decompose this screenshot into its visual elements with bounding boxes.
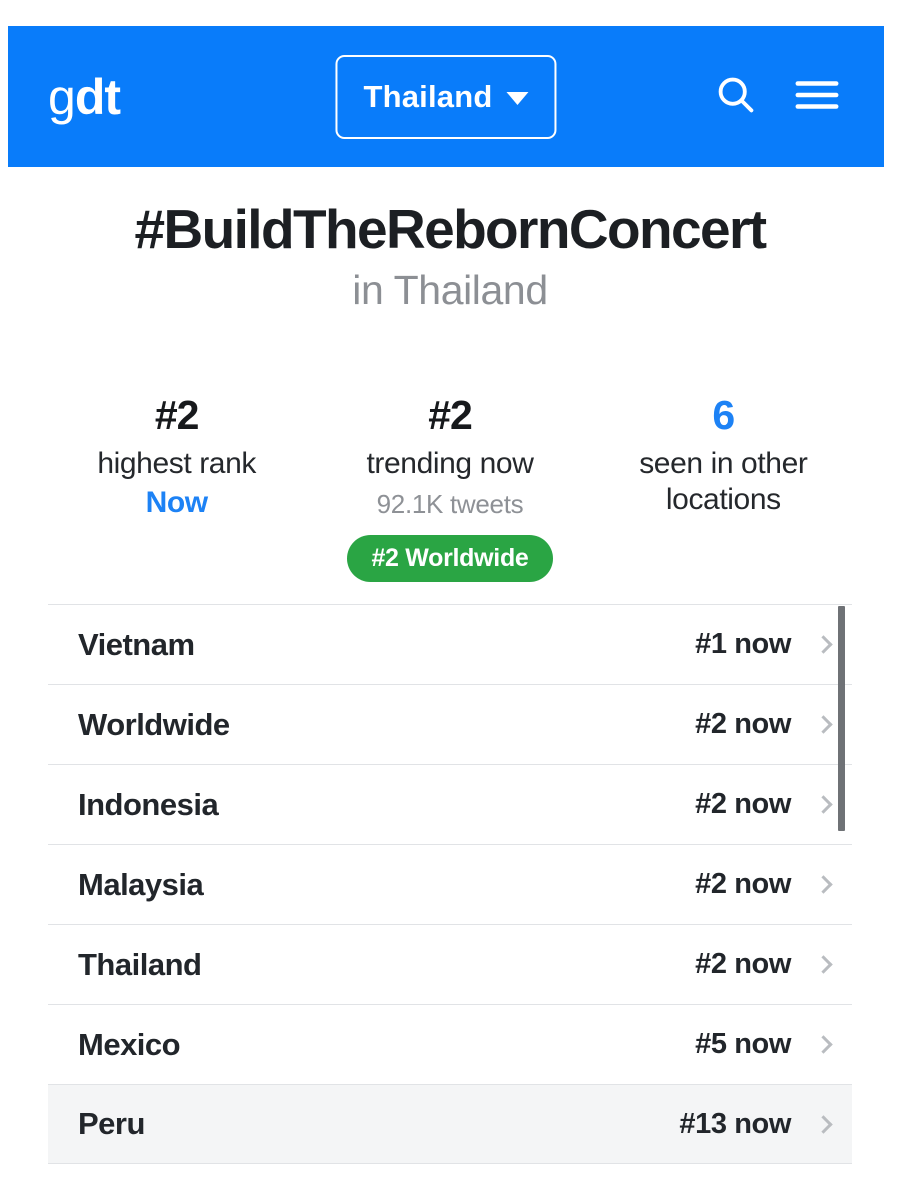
stat-note: Now [145, 486, 209, 520]
stat-tweet-count: 92.1K tweets [376, 489, 524, 520]
header-actions [710, 69, 844, 124]
chevron-right-icon [814, 635, 833, 654]
location-name: Mexico [78, 1026, 181, 1062]
list-scrollbar-thumb[interactable] [838, 606, 845, 831]
region-selector-button[interactable]: Thailand [335, 54, 557, 139]
stat-value: #2 [154, 392, 200, 438]
menu-button[interactable] [790, 71, 844, 122]
location-rank: #2 now [695, 788, 791, 820]
location-row[interactable]: Indonesia #2 now [48, 764, 852, 844]
location-row[interactable]: Malaysia #2 now [48, 844, 852, 924]
location-row[interactable]: Mexico #5 now [48, 1004, 852, 1084]
app-header: gdt Thailand [8, 26, 884, 167]
app-root: gdt Thailand #BuildTheRebornConcert in T… [0, 0, 900, 1200]
location-row[interactable]: Peru #13 now [48, 1084, 852, 1164]
stat-other-locations: 6 seen in other locations [587, 390, 860, 518]
chevron-right-icon [814, 875, 833, 894]
location-row[interactable]: Worldwide #2 now [48, 684, 852, 764]
app-logo[interactable]: gdt [48, 68, 121, 125]
stat-highest-rank: #2 highest rank Now [40, 390, 313, 522]
location-row[interactable]: Thailand #2 now [48, 924, 852, 1004]
chevron-right-icon [814, 955, 833, 974]
location-name: Peru [78, 1106, 145, 1141]
status-badge: #2 Worldwide [347, 534, 553, 583]
stat-value: 6 [712, 392, 735, 438]
hero-section: #BuildTheRebornConcert in Thailand [0, 167, 900, 314]
location-rank: #2 now [695, 708, 791, 740]
location-name: Vietnam [78, 626, 195, 662]
location-rank: #13 now [679, 1107, 791, 1140]
location-name: Malaysia [78, 866, 204, 902]
chevron-down-icon [506, 92, 529, 105]
location-rank: #5 now [695, 1028, 791, 1060]
stat-label: highest rank [97, 447, 256, 481]
search-icon [714, 73, 758, 120]
search-button[interactable] [710, 69, 762, 124]
stat-value: #2 [428, 392, 473, 438]
stat-trending-now: #2 trending now 92.1K tweets #2 Worldwid… [313, 390, 586, 583]
list-scrollbar[interactable] [838, 604, 845, 1164]
location-name: Worldwide [78, 706, 230, 742]
chevron-right-icon [814, 715, 833, 734]
chevron-right-icon [814, 1035, 833, 1054]
stat-label: trending now [366, 447, 534, 481]
page-subtitle: in Thailand [352, 266, 548, 313]
chevron-right-icon [814, 795, 833, 814]
locations-list: Vietnam #1 now Worldwide #2 now Indonesia #2 … [48, 604, 852, 1164]
stat-label: seen in other locations [639, 447, 808, 517]
chevron-right-icon [814, 1114, 833, 1134]
location-row[interactable]: Vietnam #1 now [48, 604, 852, 684]
region-selector-label: Thailand [363, 78, 493, 114]
logo-letters-dt: dt [74, 68, 121, 125]
hamburger-menu-icon [794, 75, 840, 118]
logo-letter-g: g [48, 68, 76, 125]
location-name: Thailand [78, 946, 202, 982]
location-rank: #2 now [695, 868, 791, 900]
location-name: Indonesia [78, 786, 219, 822]
location-rank: #2 now [695, 948, 791, 980]
page-title: #BuildTheRebornConcert [134, 198, 768, 260]
location-rank: #1 now [695, 628, 791, 660]
stats-row: #2 highest rank Now #2 trending now 92.1… [0, 352, 900, 583]
